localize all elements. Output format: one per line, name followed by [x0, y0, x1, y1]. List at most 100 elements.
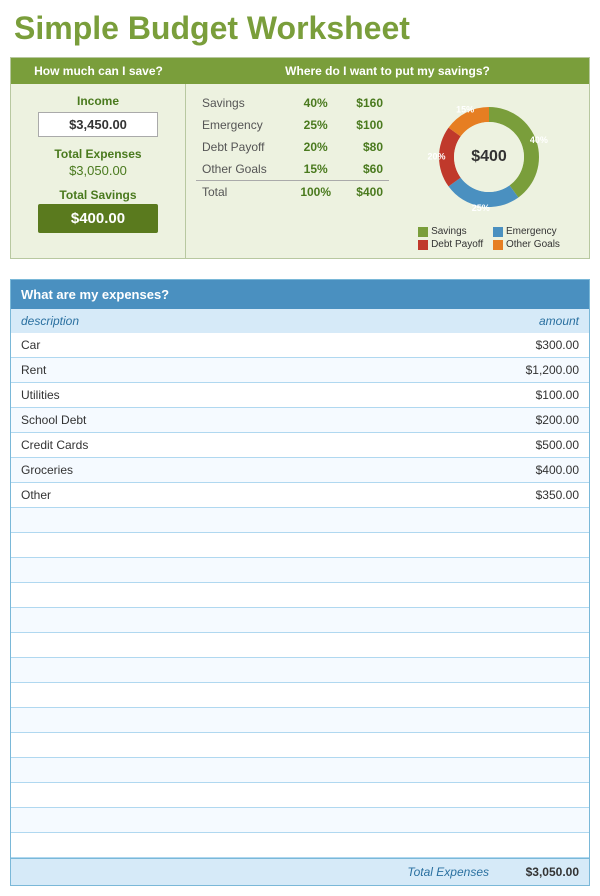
legend-label: Emergency	[506, 226, 557, 237]
legend-label: Debt Payoff	[431, 239, 483, 250]
right-panel: Savings 40% $160 Emergency 25% $100 Debt…	[186, 84, 589, 258]
legend-item-other-goals: Other Goals	[493, 239, 560, 250]
total-savings-value: $400.00	[38, 204, 158, 233]
col-description: description	[21, 314, 79, 328]
top-content: Income Total Expenses $3,050.00 Total Sa…	[11, 84, 589, 258]
expense-row: Groceries $400.00	[11, 458, 589, 483]
total-expenses-label: Total Expenses	[54, 147, 141, 161]
expense-row: Car $300.00	[11, 333, 589, 358]
expense-amount: $100.00	[536, 388, 579, 402]
legend-color	[418, 240, 428, 250]
savings-row-pct: 15%	[290, 158, 342, 181]
savings-row: Savings 40% $160	[196, 92, 389, 114]
savings-row-amount: $160	[342, 92, 389, 114]
expense-row-empty	[11, 533, 589, 558]
expense-description: School Debt	[21, 413, 86, 427]
expenses-col-headers: description amount	[11, 309, 589, 333]
expense-amount: $200.00	[536, 413, 579, 427]
legend-label: Savings	[431, 226, 467, 237]
savings-row-amount: $60	[342, 158, 389, 181]
savings-row-pct: 20%	[290, 136, 342, 158]
expense-row-empty	[11, 733, 589, 758]
expense-row: Credit Cards $500.00	[11, 433, 589, 458]
savings-row-name: Emergency	[196, 114, 290, 136]
legend-color	[493, 227, 503, 237]
donut-label-debt-payoff: 20%	[427, 151, 445, 161]
expense-row-empty	[11, 583, 589, 608]
savings-row: Other Goals 15% $60	[196, 158, 389, 181]
expense-description: Rent	[21, 363, 46, 377]
expense-description: Car	[21, 338, 40, 352]
expense-rows-container: Car $300.00 Rent $1,200.00 Utilities $10…	[11, 333, 589, 858]
expense-total-row: Total Expenses $3,050.00	[11, 858, 589, 885]
savings-row: Debt Payoff 20% $80	[196, 136, 389, 158]
expense-row: Other $350.00	[11, 483, 589, 508]
savings-row-pct: 40%	[290, 92, 342, 114]
savings-row-pct: 25%	[290, 114, 342, 136]
income-label: Income	[77, 94, 119, 108]
savings-row: Emergency 25% $100	[196, 114, 389, 136]
expense-total-label: Total Expenses	[407, 865, 489, 879]
expense-description: Credit Cards	[21, 438, 88, 452]
chart-legend: Savings Emergency Debt Payoff Other Goal…	[418, 226, 560, 250]
col-amount: amount	[539, 314, 579, 328]
savings-row-pct: 100%	[290, 181, 342, 204]
expenses-section: What are my expenses? description amount…	[10, 279, 590, 886]
header-left: How much can I save?	[11, 58, 186, 84]
page-title: Simple Budget Worksheet	[10, 10, 590, 47]
savings-row-name: Total	[196, 181, 290, 204]
expense-row: Utilities $100.00	[11, 383, 589, 408]
top-header-row: How much can I save? Where do I want to …	[11, 58, 589, 84]
legend-label: Other Goals	[506, 239, 560, 250]
income-input[interactable]	[38, 112, 158, 137]
expense-amount: $350.00	[536, 488, 579, 502]
expense-amount: $500.00	[536, 438, 579, 452]
chart-area: 40% 25% 20% 15% $400 Savings Emergency Debt…	[399, 92, 579, 250]
expense-row: Rent $1,200.00	[11, 358, 589, 383]
legend-item-emergency: Emergency	[493, 226, 560, 237]
top-section: How much can I save? Where do I want to …	[10, 57, 590, 259]
expense-row-empty	[11, 508, 589, 533]
expense-amount: $1,200.00	[526, 363, 579, 377]
expense-row-empty	[11, 633, 589, 658]
left-panel: Income Total Expenses $3,050.00 Total Sa…	[11, 84, 186, 258]
expense-row-empty	[11, 783, 589, 808]
expense-row-empty	[11, 608, 589, 633]
savings-row-amount: $100	[342, 114, 389, 136]
savings-row-amount: $400	[342, 181, 389, 204]
expense-row-empty	[11, 683, 589, 708]
expense-row-empty	[11, 758, 589, 783]
expense-row-empty	[11, 558, 589, 583]
savings-row-name: Other Goals	[196, 158, 290, 181]
expense-amount: $400.00	[536, 463, 579, 477]
legend-item-debt-payoff: Debt Payoff	[418, 239, 485, 250]
donut-label-emergency: 25%	[472, 203, 490, 213]
expense-row-empty	[11, 833, 589, 858]
savings-row-name: Savings	[196, 92, 290, 114]
expense-row-empty	[11, 808, 589, 833]
expense-description: Groceries	[21, 463, 73, 477]
legend-item-savings: Savings	[418, 226, 485, 237]
donut-chart: 40% 25% 20% 15% $400	[424, 92, 554, 222]
donut-label-other-goals: 15%	[456, 105, 474, 115]
legend-color	[493, 240, 503, 250]
expense-row: School Debt $200.00	[11, 408, 589, 433]
expense-description: Other	[21, 488, 51, 502]
total-savings-label: Total Savings	[59, 188, 136, 202]
savings-allocation-table: Savings 40% $160 Emergency 25% $100 Debt…	[196, 92, 389, 203]
header-right: Where do I want to put my savings?	[186, 58, 589, 84]
savings-row-amount: $80	[342, 136, 389, 158]
savings-table: Savings 40% $160 Emergency 25% $100 Debt…	[196, 92, 399, 250]
expense-description: Utilities	[21, 388, 60, 402]
expense-row-empty	[11, 708, 589, 733]
total-expenses-value: $3,050.00	[69, 163, 127, 178]
savings-row: Total 100% $400	[196, 181, 389, 204]
expense-amount: $300.00	[536, 338, 579, 352]
donut-center-label: $400	[471, 148, 507, 166]
expense-row-empty	[11, 658, 589, 683]
savings-row-name: Debt Payoff	[196, 136, 290, 158]
legend-color	[418, 227, 428, 237]
donut-label-savings: 40%	[530, 135, 548, 145]
expenses-header: What are my expenses?	[11, 280, 589, 309]
expense-total-value: $3,050.00	[509, 865, 579, 879]
